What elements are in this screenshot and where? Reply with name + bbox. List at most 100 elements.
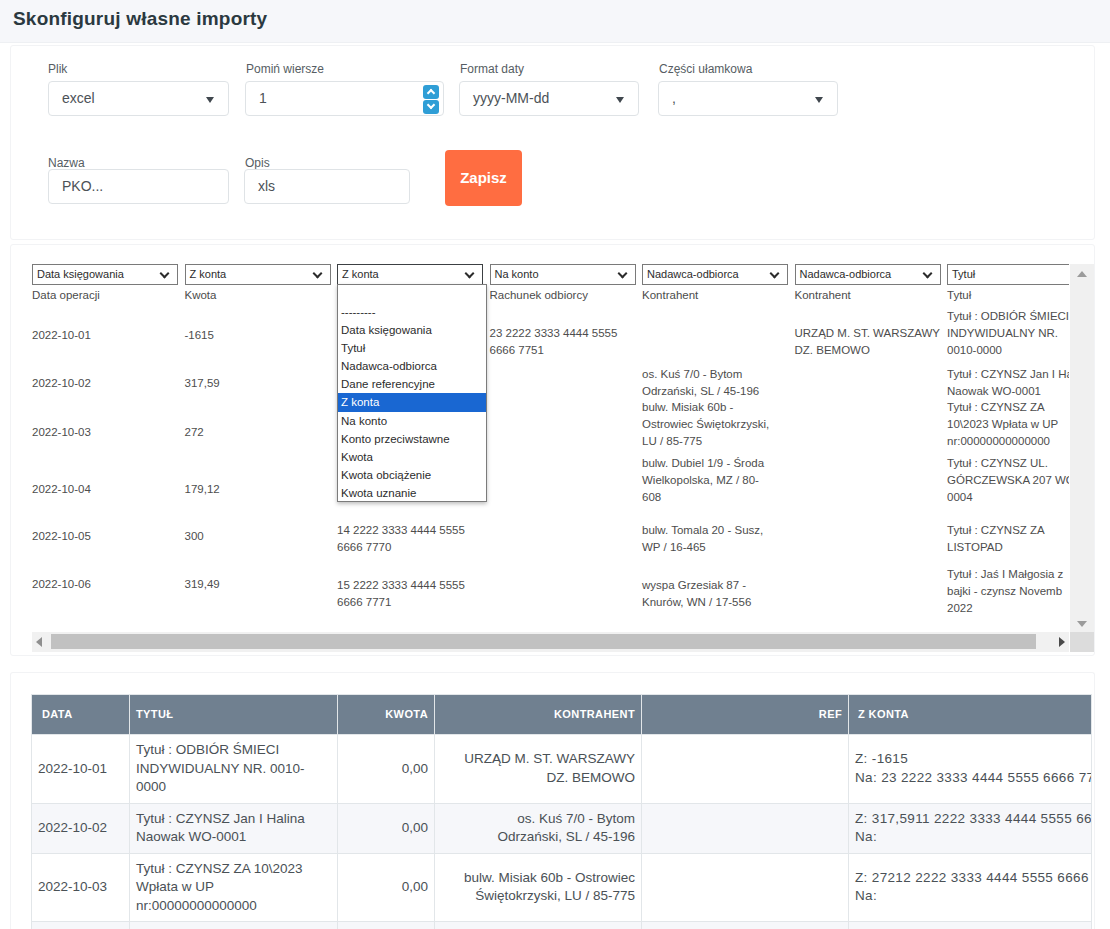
results-cell-ref xyxy=(642,922,849,929)
mapping-panel: Data księgowaniaZ kontaZ kontaNa kontoNa… xyxy=(10,244,1095,656)
chevron-down-icon xyxy=(770,269,780,279)
mapping-cell-line: 10\2023 Wpłata w UP xyxy=(947,417,1058,431)
results-header-data: DATA xyxy=(32,695,130,735)
dropdown-option[interactable]: Nadawca-odbiorca xyxy=(338,357,486,375)
mapping-cell-line: 0010-0000 xyxy=(947,343,1002,357)
plik-select[interactable]: excel xyxy=(48,81,229,116)
mapping-cell-line: Tytuł : ODBIÓR ŚMIECI xyxy=(947,309,1069,323)
mapping-cell-line: Wielkopolska, MZ / 80- xyxy=(642,473,759,487)
mapping-cell-line: 14 2222 3333 4444 5555 xyxy=(337,523,465,537)
column-mapping-select-2[interactable]: Z konta xyxy=(185,264,331,285)
column-mapping-select-7[interactable]: Tytuł xyxy=(947,264,1069,285)
column-mapping-select-5[interactable]: Nadawca-odbiorca xyxy=(642,264,788,285)
scroll-down-arrow-icon[interactable] xyxy=(1077,621,1087,627)
results-row: 2022-10-01Tytuł : ODBIÓR ŚMIECI INDYWIDU… xyxy=(32,735,1092,804)
mapping-cell-line: Knurów, WN / 17-556 xyxy=(642,595,751,609)
opis-input[interactable]: xls xyxy=(244,169,410,204)
mapping-subheader: Kontrahent xyxy=(795,288,851,302)
mapping-cell-line: 6666 7751 xyxy=(490,343,544,357)
column-mapping-select-1[interactable]: Data księgowania xyxy=(32,264,178,285)
mapping-cell-line: LU / 85-775 xyxy=(642,434,702,448)
pomin-wiersze-input[interactable]: 1 xyxy=(245,81,444,116)
mapping-cell-line: WP / 16-465 xyxy=(642,540,706,554)
mapping-cell-date: 2022-10-03 xyxy=(32,425,91,439)
mapping-cell-line: 15 2222 3333 4444 5555 xyxy=(337,578,465,592)
results-table: DATATYTUŁKWOTAKONTRAHENTREFZ KONTA 2022-… xyxy=(31,694,1092,929)
results-cell-z_konta: Z: 317,5911 2222 3333 4444 5555 66Na: xyxy=(849,803,1092,853)
dropdown-option[interactable]: Kwota uznanie xyxy=(338,484,486,502)
dropdown-option[interactable]: Z konta xyxy=(338,393,486,411)
results-header-tytul: TYTUŁ xyxy=(130,695,338,735)
column-mapping-select-value: Data księgowania xyxy=(37,268,124,280)
mapping-subheader: Tytuł xyxy=(947,288,971,302)
column-mapping-select-value: Z konta xyxy=(342,268,379,280)
nazwa-input[interactable]: PKO... xyxy=(48,169,229,204)
results-cell-tytul: Tytuł : CZYNSZ ZA 10\2023 Wpłata w UP nr… xyxy=(130,853,338,922)
stepper-up-button[interactable] xyxy=(423,85,439,99)
mapping-cell-line: 608 xyxy=(642,490,661,504)
mapping-subheader: Data operacji xyxy=(32,288,100,302)
horizontal-scrollbar[interactable] xyxy=(32,632,1069,652)
mapping-cell-line: LISTOPAD xyxy=(947,540,1003,554)
stepper-down-button[interactable] xyxy=(423,100,439,114)
chevron-down-icon xyxy=(426,101,434,109)
nazwa-label: Nazwa xyxy=(48,156,85,170)
results-cell-z_konta xyxy=(849,922,1092,929)
column-mapping-select-3[interactable]: Z konta xyxy=(337,264,483,285)
mapping-cell-kwota: 272 xyxy=(185,425,204,439)
scroll-up-arrow-icon[interactable] xyxy=(1077,271,1087,277)
mapping-cell-kwota: 319,49 xyxy=(185,577,220,591)
format-daty-select[interactable]: yyyy-MM-dd xyxy=(459,81,639,116)
results-cell-kwota xyxy=(338,922,435,929)
dropdown-option[interactable]: Konto przeciwstawne xyxy=(338,430,486,448)
dropdown-option[interactable] xyxy=(338,285,486,303)
mapping-cell-kwota: 317,59 xyxy=(185,376,220,390)
column-mapping-select-6[interactable]: Nadawca-odbiorca xyxy=(795,264,941,285)
scroll-left-arrow-icon[interactable] xyxy=(36,637,42,647)
results-cell-kontrahent xyxy=(435,922,642,929)
format-daty-label: Format daty xyxy=(460,62,524,76)
results-cell-kontrahent: os. Kuś 7/0 - BytomOdrzański, SL / 45-19… xyxy=(435,803,642,853)
dropdown-option[interactable]: --------- xyxy=(338,303,486,321)
mapping-cell-line: 6666 7771 xyxy=(337,595,391,609)
column-mapping-dropdown: ---------Data księgowaniaTytułNadawca-od… xyxy=(337,284,487,502)
mapping-cell-line: bulw. Dubiel 1/9 - Środa xyxy=(642,456,764,470)
scrollbar-corner xyxy=(1070,632,1094,652)
mapping-cell-line: Tytuł : Jaś I Małgosia z xyxy=(947,567,1063,581)
dropdown-option[interactable]: Kwota obciążenie xyxy=(338,466,486,484)
results-row: 2022-10-02Tytuł : CZYNSZ Jan I Halina Na… xyxy=(32,803,1092,853)
dropdown-option[interactable]: Na konto xyxy=(338,412,486,430)
column-mapping-select-value: Nadawca-odbiorca xyxy=(647,268,739,280)
chevron-up-icon xyxy=(426,89,434,97)
opis-label: Opis xyxy=(245,156,270,170)
czesci-ulamkowa-select-value: , xyxy=(672,90,676,106)
mapping-cell-date: 2022-10-02 xyxy=(32,376,91,390)
mapping-cell-line: nr:00000000000000 xyxy=(947,434,1050,448)
column-mapping-select-value: Tytuł xyxy=(952,268,975,280)
mapping-cell-line: Tytuł : CZYNSZ ZA xyxy=(947,523,1045,537)
chevron-down-icon xyxy=(312,269,322,279)
vertical-scrollbar[interactable] xyxy=(1070,264,1094,634)
results-row xyxy=(32,922,1092,929)
results-cell-data: 2022-10-03 xyxy=(32,853,130,922)
results-cell-kontrahent: bulw. Misiak 60b - Ostrowiec Świętokrzys… xyxy=(435,853,642,922)
dropdown-option[interactable]: Data księgowania xyxy=(338,321,486,339)
number-stepper xyxy=(423,85,439,114)
mapping-cell-line: Ostrowiec Świętokrzyski, xyxy=(642,417,769,431)
dropdown-option[interactable]: Kwota xyxy=(338,448,486,466)
save-button[interactable]: Zapisz xyxy=(445,150,522,206)
horizontal-scrollbar-thumb[interactable] xyxy=(51,634,1036,649)
dropdown-option[interactable]: Dane referencyjne xyxy=(338,375,486,393)
page-title: Skonfiguruj własne importy xyxy=(13,8,267,30)
mapping-cell-line: wyspa Grzesiak 87 - xyxy=(642,578,746,592)
scroll-right-arrow-icon[interactable] xyxy=(1059,637,1065,647)
chevron-down-icon xyxy=(616,97,624,103)
results-cell-kwota: 0,00 xyxy=(338,803,435,853)
czesci-ulamkowa-select[interactable]: , xyxy=(658,81,838,116)
dropdown-option[interactable]: Tytuł xyxy=(338,339,486,357)
results-cell-ref xyxy=(642,853,849,922)
mapping-subheader: Kwota xyxy=(185,288,217,302)
column-mapping-select-4[interactable]: Na konto xyxy=(490,264,636,285)
mapping-cell-kwota: -1615 xyxy=(185,328,214,342)
mapping-subheader: Kontrahent xyxy=(642,288,698,302)
